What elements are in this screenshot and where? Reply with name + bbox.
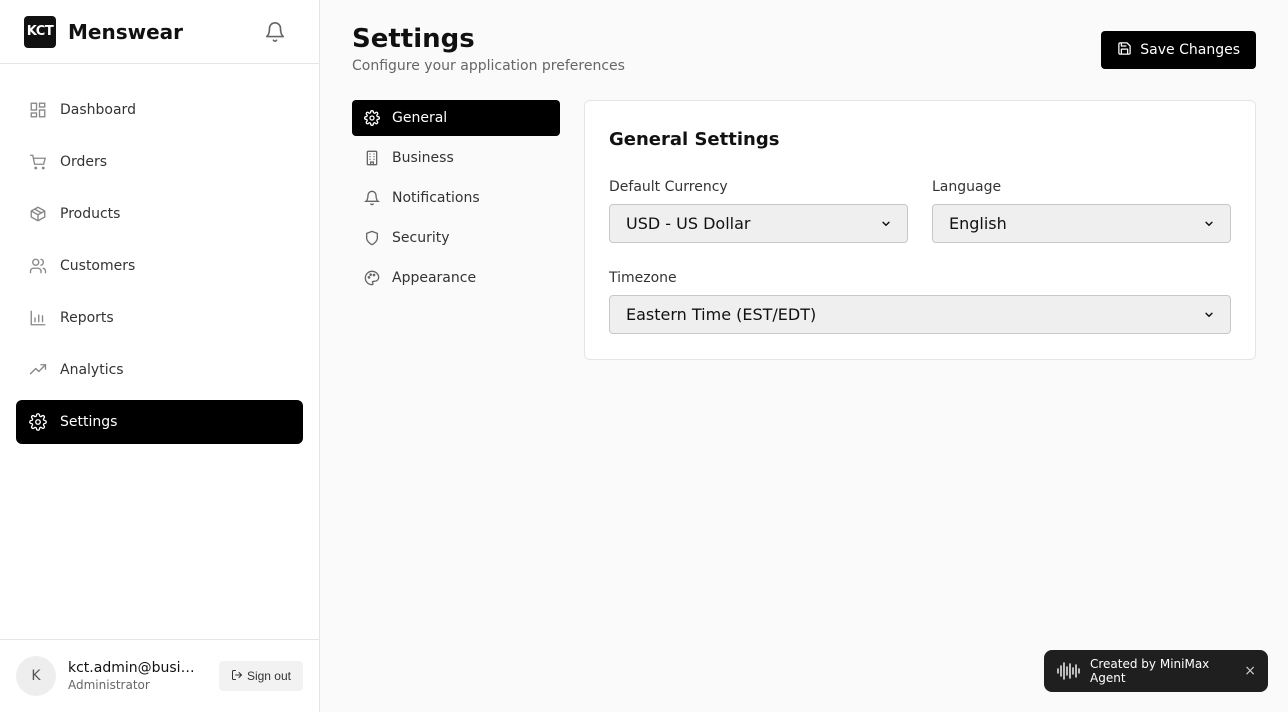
sidebar-item-analytics[interactable]: Analytics <box>16 348 303 392</box>
general-settings-panel: General Settings Default Currency USD - … <box>584 100 1256 360</box>
brand-name: Menswear <box>68 19 184 44</box>
language-value: English <box>949 214 1007 233</box>
save-changes-button[interactable]: Save Changes <box>1101 31 1256 69</box>
close-icon[interactable]: × <box>1244 663 1256 679</box>
dashboard-icon <box>28 100 48 120</box>
chevron-down-icon <box>1204 214 1214 233</box>
tab-business[interactable]: Business <box>352 140 560 176</box>
tab-label: General <box>392 110 448 126</box>
avatar: K <box>16 656 56 696</box>
gear-icon <box>28 412 48 432</box>
currency-field: Default Currency USD - US Dollar <box>609 179 908 243</box>
panel-title: General Settings <box>609 129 780 150</box>
sidebar: KCT Menswear Dashboard Orders Products C… <box>0 0 320 712</box>
sidebar-item-label: Analytics <box>60 362 124 378</box>
page-title: Settings <box>352 24 475 54</box>
sidebar-nav: Dashboard Orders Products Customers Repo… <box>0 64 319 476</box>
user-email: kct.admin@business.com <box>68 660 198 676</box>
gear-icon <box>364 110 380 126</box>
sidebar-item-settings[interactable]: Settings <box>16 400 303 444</box>
chevron-down-icon <box>1204 305 1214 324</box>
sidebar-item-label: Orders <box>60 154 108 170</box>
timezone-field: Timezone Eastern Time (EST/EDT) <box>609 270 1231 334</box>
building-icon <box>364 150 380 166</box>
badge-text: Created by MiniMax Agent <box>1090 657 1210 685</box>
brand-header: KCT Menswear <box>0 0 319 64</box>
tab-security[interactable]: Security <box>352 220 560 256</box>
timezone-label: Timezone <box>609 270 677 286</box>
sidebar-item-label: Settings <box>60 414 118 430</box>
waveform-icon <box>1056 661 1082 681</box>
tab-appearance[interactable]: Appearance <box>352 260 560 296</box>
timezone-value: Eastern Time (EST/EDT) <box>626 305 817 324</box>
sidebar-item-label: Dashboard <box>60 102 136 118</box>
tab-label: Security <box>392 230 450 246</box>
bell-icon <box>364 190 380 206</box>
user-panel: K kct.admin@business.com Administrator S… <box>0 639 319 712</box>
sidebar-item-label: Products <box>60 206 121 222</box>
currency-value: USD - US Dollar <box>626 214 751 233</box>
main-content: Settings Configure your application pref… <box>320 0 1288 712</box>
currency-label: Default Currency <box>609 179 728 195</box>
users-icon <box>28 256 48 276</box>
sidebar-item-reports[interactable]: Reports <box>16 296 303 340</box>
language-select[interactable]: English <box>932 204 1231 243</box>
settings-tabs: General Business Notifications Security … <box>352 100 560 300</box>
logout-icon <box>231 669 243 684</box>
currency-select[interactable]: USD - US Dollar <box>609 204 908 243</box>
tab-label: Appearance <box>392 270 477 286</box>
save-label: Save Changes <box>1140 42 1240 58</box>
user-info: kct.admin@business.com Administrator <box>68 660 198 692</box>
sidebar-item-customers[interactable]: Customers <box>16 244 303 288</box>
sidebar-item-label: Customers <box>60 258 136 274</box>
tab-general[interactable]: General <box>352 100 560 136</box>
timezone-select[interactable]: Eastern Time (EST/EDT) <box>609 295 1231 334</box>
bar-chart-icon <box>28 308 48 328</box>
tab-label: Notifications <box>392 190 480 206</box>
tab-notifications[interactable]: Notifications <box>352 180 560 216</box>
language-field: Language English <box>932 179 1231 243</box>
bell-icon[interactable] <box>263 20 287 44</box>
sign-out-label: Sign out <box>246 669 291 683</box>
trending-icon <box>28 360 48 380</box>
cart-icon <box>28 152 48 172</box>
page-subtitle: Configure your application preferences <box>352 58 625 74</box>
minimax-badge[interactable]: Created by MiniMax Agent × <box>1044 650 1268 692</box>
language-label: Language <box>932 179 1002 195</box>
save-icon <box>1117 41 1132 60</box>
palette-icon <box>364 270 380 286</box>
box-icon <box>28 204 48 224</box>
sidebar-item-orders[interactable]: Orders <box>16 140 303 184</box>
sidebar-item-products[interactable]: Products <box>16 192 303 236</box>
shield-icon <box>364 230 380 246</box>
sidebar-item-label: Reports <box>60 310 114 326</box>
brand-logo[interactable]: KCT <box>24 15 56 48</box>
tab-label: Business <box>392 150 454 166</box>
chevron-down-icon <box>881 214 891 233</box>
user-role: Administrator <box>68 678 150 692</box>
sidebar-item-dashboard[interactable]: Dashboard <box>16 88 303 132</box>
sign-out-button[interactable]: Sign out <box>218 661 303 691</box>
